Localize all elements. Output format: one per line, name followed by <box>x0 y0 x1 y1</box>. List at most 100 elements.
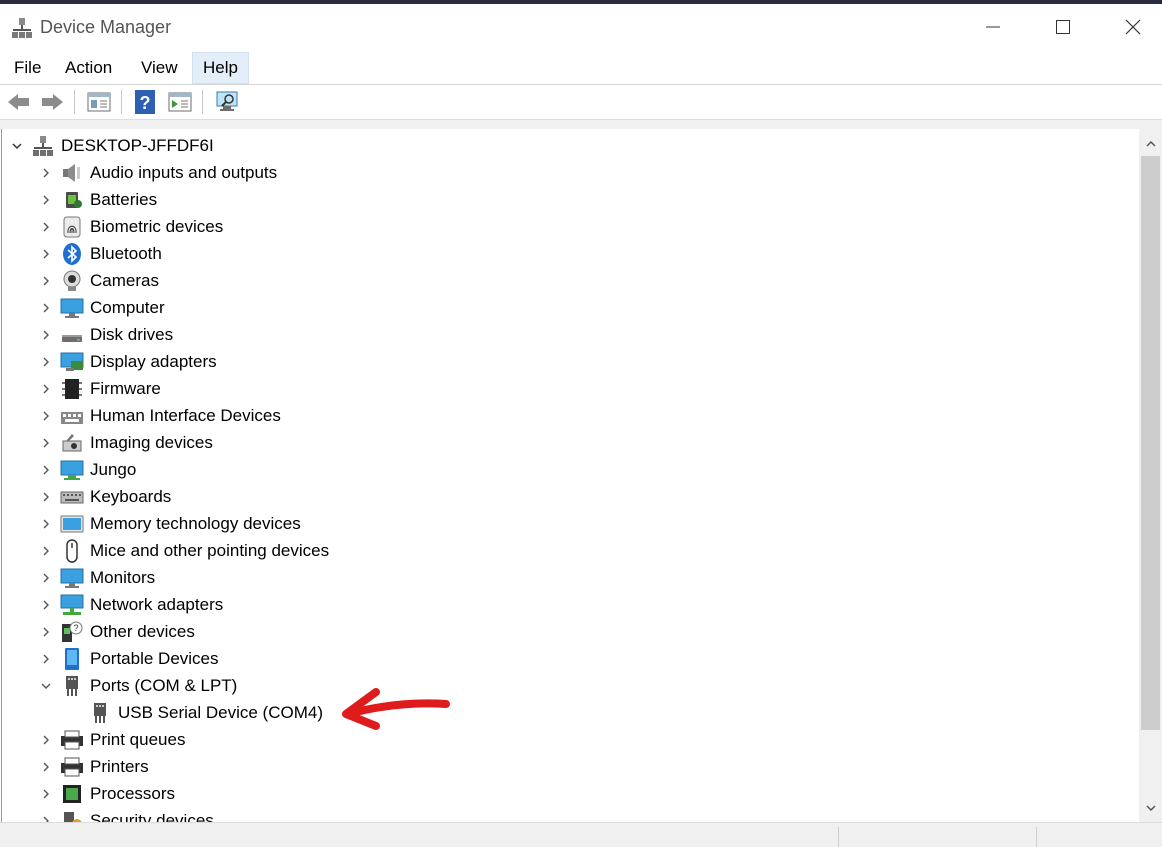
tree-item[interactable]: Human Interface Devices <box>36 402 281 429</box>
update-driver-icon[interactable] <box>167 89 193 115</box>
imaging-icon <box>60 431 84 455</box>
tree-item[interactable]: Memory technology devices <box>36 510 301 537</box>
tree-item[interactable]: Audio inputs and outputs <box>36 159 277 186</box>
tree-item[interactable]: Processors <box>36 780 175 807</box>
port-icon <box>60 674 84 698</box>
tree-item-label: Network adapters <box>90 594 224 614</box>
scroll-down-button[interactable] <box>1139 796 1162 820</box>
hid-icon <box>60 404 84 428</box>
menu-action[interactable]: Action <box>55 52 122 84</box>
tree-item[interactable]: Mice and other pointing devices <box>36 537 329 564</box>
chevron-right-icon[interactable] <box>36 159 56 186</box>
chevron-right-icon[interactable] <box>36 537 56 564</box>
status-bar <box>0 822 1162 847</box>
menu-help[interactable]: Help <box>192 52 249 84</box>
tree-item[interactable]: Print queues <box>36 726 185 753</box>
chevron-right-icon[interactable] <box>36 429 56 456</box>
tree-item[interactable]: Jungo <box>36 456 136 483</box>
chevron-down-icon[interactable] <box>36 672 56 699</box>
tree-item[interactable]: Cameras <box>36 267 159 294</box>
chevron-right-icon[interactable] <box>36 213 56 240</box>
tree-item[interactable]: Display adapters <box>36 348 217 375</box>
tree-item[interactable]: Portable Devices <box>36 645 219 672</box>
scroll-up-button[interactable] <box>1139 132 1162 156</box>
minimize-button[interactable] <box>958 4 1028 50</box>
chevron-right-icon[interactable] <box>36 240 56 267</box>
tree-child-item[interactable]: USB Serial Device (COM4) <box>84 699 323 726</box>
chevron-right-icon[interactable] <box>36 564 56 591</box>
toolbar: ? <box>0 85 1162 119</box>
toolbar-separator <box>202 90 203 114</box>
tree-item[interactable]: ? Other devices <box>36 618 195 645</box>
memory-icon <box>60 512 84 536</box>
tree-item[interactable]: Network adapters <box>36 591 223 618</box>
chevron-right-icon[interactable] <box>36 402 56 429</box>
tree-item[interactable]: Imaging devices <box>36 429 213 456</box>
svg-text:?: ? <box>73 623 78 633</box>
chevron-right-icon[interactable] <box>36 375 56 402</box>
chevron-right-icon[interactable] <box>36 645 56 672</box>
tree-item-label: Firmware <box>90 378 161 398</box>
status-divider <box>838 827 839 847</box>
chevron-right-icon[interactable] <box>36 726 56 753</box>
bluetooth-icon <box>60 242 84 266</box>
tree-item-label: Keyboards <box>90 486 172 506</box>
vertical-scrollbar[interactable] <box>1139 129 1162 822</box>
computer-icon <box>60 296 84 320</box>
chevron-right-icon[interactable] <box>36 321 56 348</box>
chevron-right-icon[interactable] <box>36 753 56 780</box>
maximize-button[interactable] <box>1028 4 1098 50</box>
processor-icon <box>60 782 84 806</box>
chevron-right-icon[interactable] <box>36 807 56 822</box>
tree-item-label: Printers <box>90 756 149 776</box>
chevron-right-icon[interactable] <box>36 780 56 807</box>
chevron-down-icon[interactable] <box>7 132 27 159</box>
tree-item-label: Batteries <box>90 189 158 209</box>
tree-item-label: Bluetooth <box>90 243 162 263</box>
tree-item[interactable]: Printers <box>36 753 149 780</box>
tree-item-label: Ports (COM & LPT) <box>90 675 238 695</box>
tree-item[interactable]: Disk drives <box>36 321 173 348</box>
chevron-right-icon[interactable] <box>36 267 56 294</box>
tree-item[interactable]: Computer <box>36 294 165 321</box>
window-title: Device Manager <box>40 17 172 37</box>
tree-item-label: Portable Devices <box>90 648 219 668</box>
tree-child-label: USB Serial Device (COM4) <box>118 702 323 722</box>
chevron-right-icon[interactable] <box>36 483 56 510</box>
tree-item[interactable]: Ports (COM & LPT) <box>36 672 237 699</box>
chevron-right-icon[interactable] <box>36 294 56 321</box>
tree-item[interactable]: Monitors <box>36 564 155 591</box>
tree-item[interactable]: Firmware <box>36 375 161 402</box>
properties-icon[interactable] <box>86 89 112 115</box>
tree-root[interactable]: DESKTOP-JFFDF6I <box>7 132 214 159</box>
tree-item[interactable]: Security devices <box>36 807 214 822</box>
help-icon[interactable]: ? <box>132 89 158 115</box>
tree-item[interactable]: Keyboards <box>36 483 171 510</box>
tree-item[interactable]: Batteries <box>36 186 157 213</box>
chevron-right-icon[interactable] <box>36 510 56 537</box>
toolbar-divider <box>0 119 1162 129</box>
tree-item[interactable]: Bluetooth <box>36 240 162 267</box>
forward-icon[interactable] <box>39 89 65 115</box>
menu-view[interactable]: View <box>131 52 188 84</box>
printer-icon <box>60 755 84 779</box>
menu-file[interactable]: File <box>4 52 51 84</box>
disk-icon <box>60 323 84 347</box>
tree-item-label: Mice and other pointing devices <box>90 540 330 560</box>
chevron-right-icon[interactable] <box>36 591 56 618</box>
scroll-thumb[interactable] <box>1141 156 1160 730</box>
tree-item-label: Other devices <box>90 621 195 641</box>
tree-item-label: Security devices <box>90 810 214 823</box>
toolbar-separator <box>74 90 75 114</box>
fingerprint-icon <box>60 215 84 239</box>
chevron-right-icon[interactable] <box>36 348 56 375</box>
back-icon[interactable] <box>6 89 32 115</box>
chevron-right-icon[interactable] <box>36 186 56 213</box>
tree-item[interactable]: Biometric devices <box>36 213 223 240</box>
jungo-icon <box>60 458 84 482</box>
chevron-right-icon[interactable] <box>36 456 56 483</box>
camera-icon <box>60 269 84 293</box>
scan-hardware-icon[interactable] <box>214 89 240 115</box>
close-button[interactable] <box>1098 4 1162 50</box>
chevron-right-icon[interactable] <box>36 618 56 645</box>
